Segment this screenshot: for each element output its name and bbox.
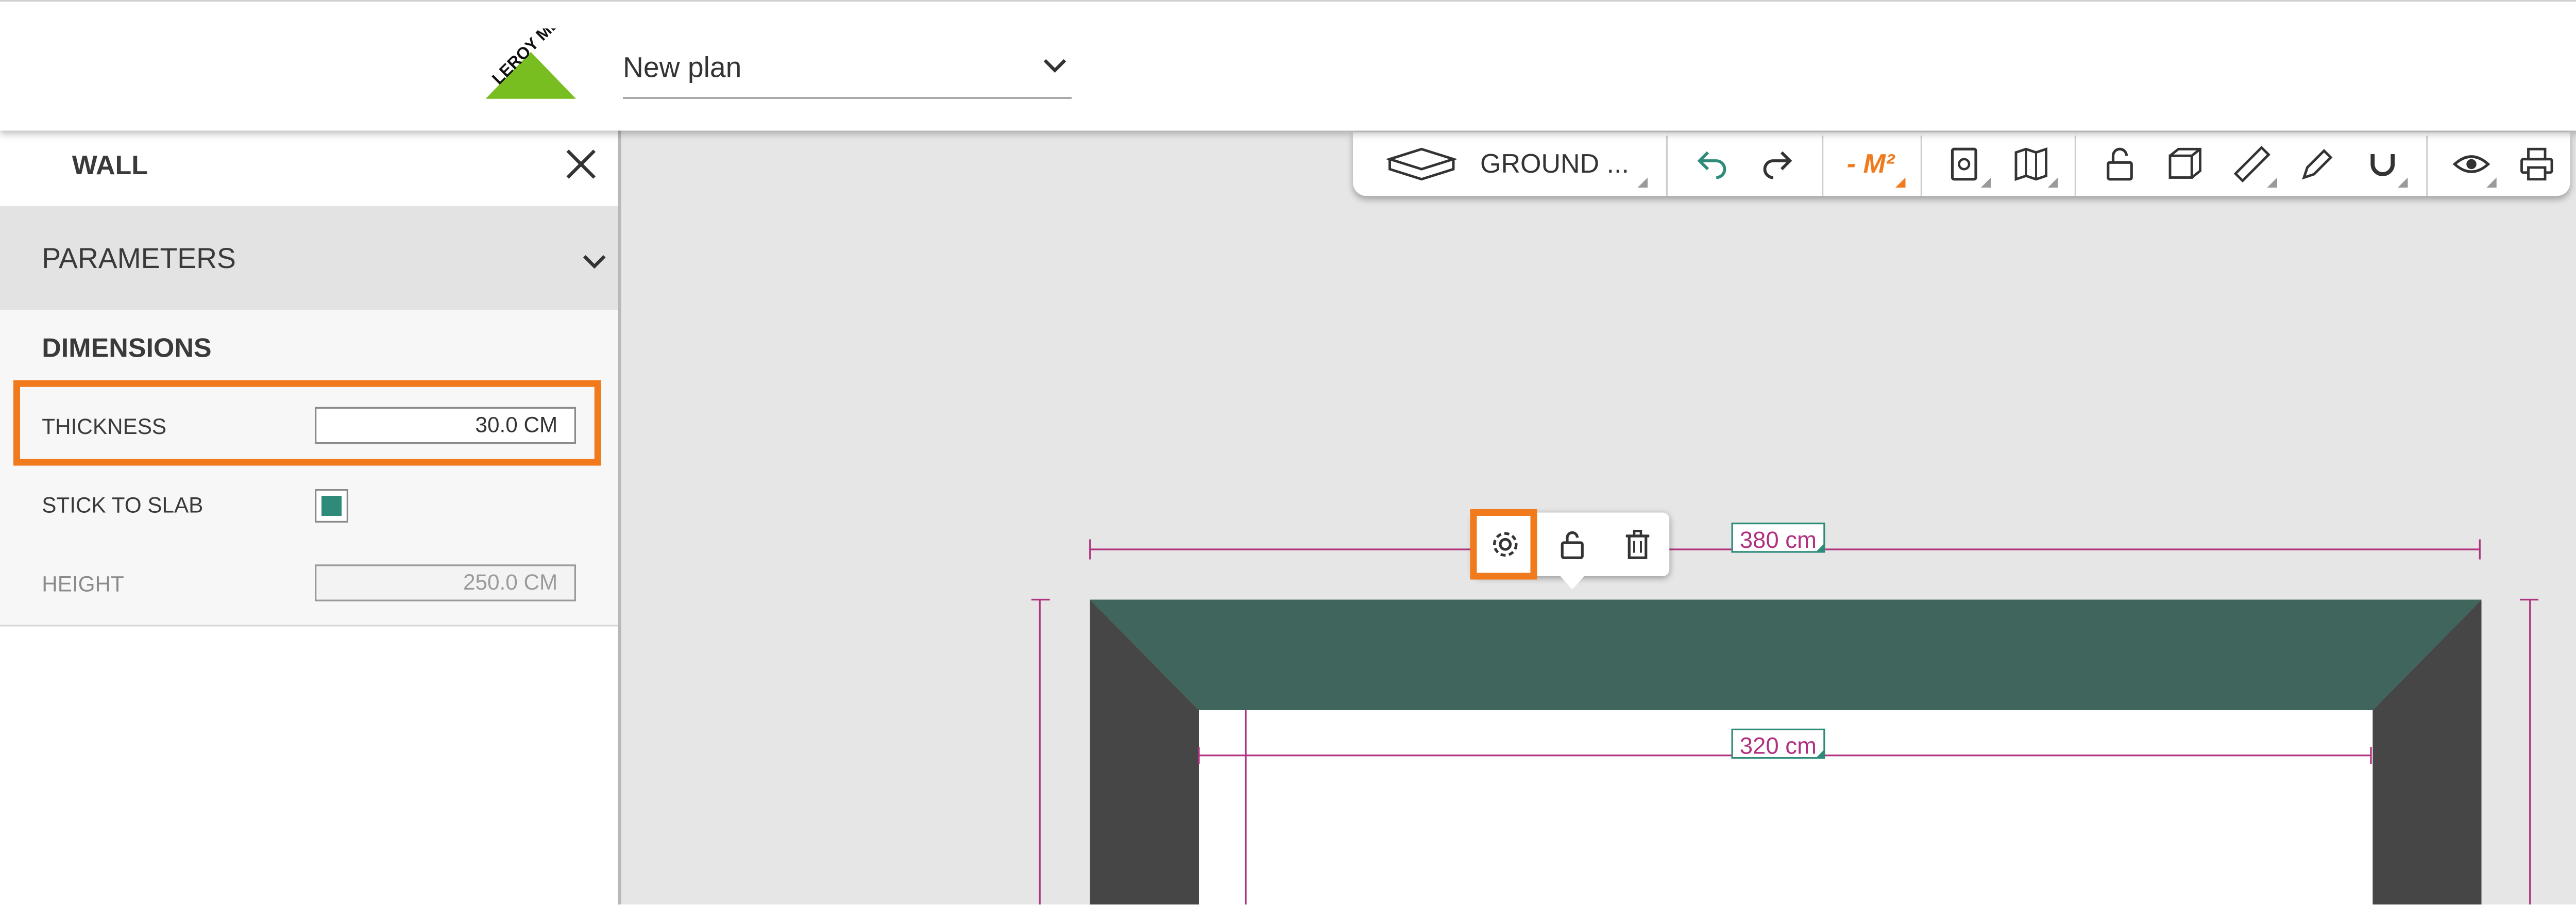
pen-icon[interactable] bbox=[2297, 144, 2337, 185]
dropdown-corner bbox=[1637, 177, 1648, 188]
gear-icon[interactable] bbox=[1488, 528, 1522, 561]
popup-pointer bbox=[1558, 574, 1586, 590]
app-window: LEROY MERLIN New plan WALL PARAMETERS DI… bbox=[0, 0, 2576, 904]
print-icon[interactable] bbox=[2517, 144, 2557, 185]
toolbar-separator bbox=[1666, 136, 1668, 196]
redo-icon[interactable] bbox=[1758, 144, 1799, 185]
outer-width-value: 380 cm bbox=[1739, 526, 1817, 553]
stick-to-slab-label: STICK TO SLAB bbox=[42, 492, 204, 518]
height-input[interactable]: 250.0 CM bbox=[315, 564, 576, 601]
leroy-merlin-logo[interactable]: LEROY MERLIN bbox=[476, 28, 586, 106]
3d-box-icon[interactable] bbox=[2165, 144, 2205, 185]
inner-width-label[interactable]: 320 cm bbox=[1731, 728, 1825, 759]
map-icon[interactable] bbox=[2011, 144, 2051, 185]
magnet-icon[interactable] bbox=[2363, 144, 2403, 185]
parameters-section-header[interactable]: PARAMETERS bbox=[0, 206, 618, 310]
height-label: HEIGHT bbox=[42, 571, 124, 596]
toolbar-separator bbox=[1822, 136, 1824, 196]
dropdown-corner bbox=[1895, 177, 1906, 188]
dropdown-corner bbox=[2047, 177, 2058, 188]
document-icon[interactable] bbox=[1944, 144, 1984, 185]
checkbox-checked-mark bbox=[321, 496, 342, 516]
wall-properties-panel: WALL PARAMETERS DIMENSIONS THICKNESS 30.… bbox=[0, 129, 621, 904]
dropdown-corner bbox=[1980, 177, 1991, 188]
toolbar-separator bbox=[2074, 136, 2076, 196]
dimensions-section: DIMENSIONS THICKNESS 30.0 CM STICK TO SL… bbox=[0, 310, 618, 627]
thickness-input[interactable]: 30.0 CM bbox=[315, 407, 576, 444]
ruler-icon[interactable] bbox=[2232, 144, 2272, 185]
dimension-corner-marker bbox=[1815, 543, 1825, 553]
dimension-corner-marker bbox=[1815, 748, 1825, 759]
dropdown-corner bbox=[2398, 177, 2408, 188]
chevron-down-icon bbox=[1043, 59, 1066, 73]
plan-name-select[interactable]: New plan bbox=[623, 42, 1072, 99]
panel-title: WALL bbox=[72, 152, 148, 181]
plan-name-value: New plan bbox=[623, 52, 742, 84]
plan-toolbar: GROUND ... - M² bbox=[1353, 132, 2570, 196]
toolbar-separator bbox=[2426, 136, 2428, 196]
thickness-label: THICKNESS bbox=[42, 413, 167, 439]
close-icon[interactable] bbox=[563, 146, 600, 183]
dimensions-title: DIMENSIONS bbox=[42, 335, 212, 364]
parameters-label: PARAMETERS bbox=[42, 243, 236, 275]
unlock-icon[interactable] bbox=[2100, 144, 2140, 185]
toolbar-separator bbox=[1920, 136, 1922, 196]
eye-icon[interactable] bbox=[2451, 144, 2492, 185]
chevron-down-icon bbox=[583, 255, 606, 269]
inner-width-value: 320 cm bbox=[1739, 732, 1817, 759]
outer-width-label[interactable]: 380 cm bbox=[1731, 523, 1825, 553]
stick-to-slab-checkbox[interactable] bbox=[315, 489, 348, 523]
unlock-icon[interactable] bbox=[1555, 528, 1589, 561]
level-select-label[interactable]: GROUND ... bbox=[1480, 151, 1629, 181]
dropdown-corner bbox=[2267, 177, 2277, 188]
top-header: LEROY MERLIN New plan bbox=[0, 0, 2576, 131]
undo-icon[interactable] bbox=[1691, 144, 1732, 185]
floor-level-icon[interactable] bbox=[1386, 144, 1457, 185]
trash-icon[interactable] bbox=[1621, 528, 1654, 561]
area-button[interactable]: - M² bbox=[1847, 151, 1894, 181]
wall-actions-popup bbox=[1470, 509, 1670, 590]
selected-top-wall bbox=[1090, 599, 2482, 710]
dropdown-corner bbox=[2486, 177, 2497, 188]
